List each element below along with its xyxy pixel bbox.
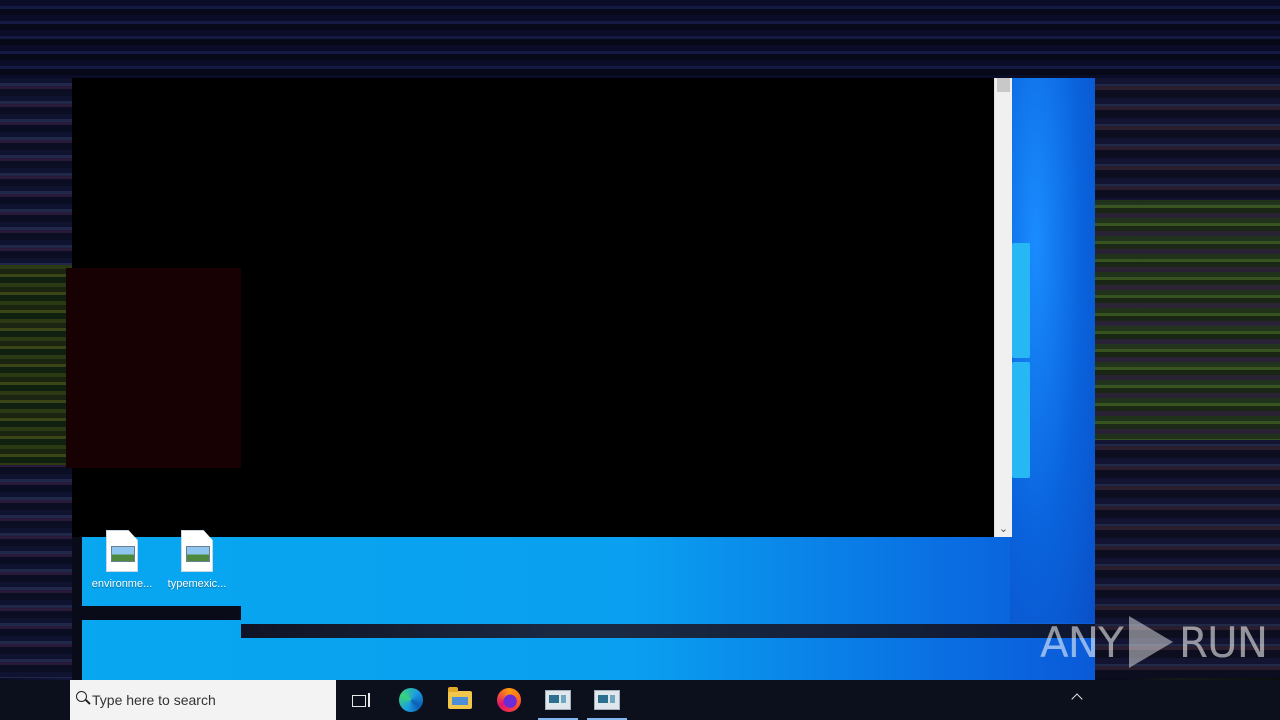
edge-icon <box>399 688 423 712</box>
anyrun-watermark: ANY RUN <box>1040 612 1268 672</box>
task-view-icon <box>352 693 370 707</box>
app-window-1-button[interactable] <box>534 680 582 720</box>
app-window-2-button[interactable] <box>583 680 631 720</box>
scrollbar-thumb[interactable] <box>997 78 1010 92</box>
desktop-icon-environment[interactable]: environme... <box>84 528 160 598</box>
watermark-text-left: ANY <box>1040 617 1124 667</box>
search-placeholder: Type here to search <box>92 692 216 708</box>
task-view-button[interactable] <box>337 680 385 720</box>
glitch-band-top <box>0 0 1280 78</box>
glitch-band-left-green <box>0 265 72 465</box>
scroll-down-icon[interactable]: ⌄ <box>995 520 1012 537</box>
desktop-icon-label: environme... <box>91 578 153 590</box>
search-icon <box>76 691 94 709</box>
image-file-icon <box>181 530 213 572</box>
taskbar: Type here to search <box>0 680 1280 720</box>
image-file-icon <box>106 530 138 572</box>
desktop-icon-label: typemexic... <box>167 578 227 590</box>
app-window-icon <box>594 690 620 710</box>
firefox-button[interactable] <box>485 680 533 720</box>
taskbar-search-box[interactable]: Type here to search <box>70 680 336 720</box>
app-window-icon <box>545 690 571 710</box>
edge-button[interactable] <box>387 680 435 720</box>
firefox-icon <box>497 688 521 712</box>
folder-icon <box>448 687 472 709</box>
glitch-band-right-green <box>1095 200 1280 440</box>
console-scrollbar[interactable]: ⌄ <box>994 78 1012 537</box>
chevron-up-icon[interactable] <box>1072 692 1082 702</box>
watermark-text-right: RUN <box>1178 617 1268 667</box>
glitch-dark-band <box>241 624 1095 638</box>
play-logo-icon <box>1128 616 1173 668</box>
desktop-icon-typemexic[interactable]: typemexic... <box>159 528 235 598</box>
wallpaper-glow-strip <box>1012 243 1030 358</box>
glitch-dark-band <box>82 606 241 620</box>
wallpaper-glow-strip <box>1012 362 1030 478</box>
console-glitch-block <box>66 268 241 468</box>
file-explorer-button[interactable] <box>436 680 484 720</box>
desktop-screen: ⌄ environme... typemexic... ANY RUN Type… <box>0 0 1280 720</box>
